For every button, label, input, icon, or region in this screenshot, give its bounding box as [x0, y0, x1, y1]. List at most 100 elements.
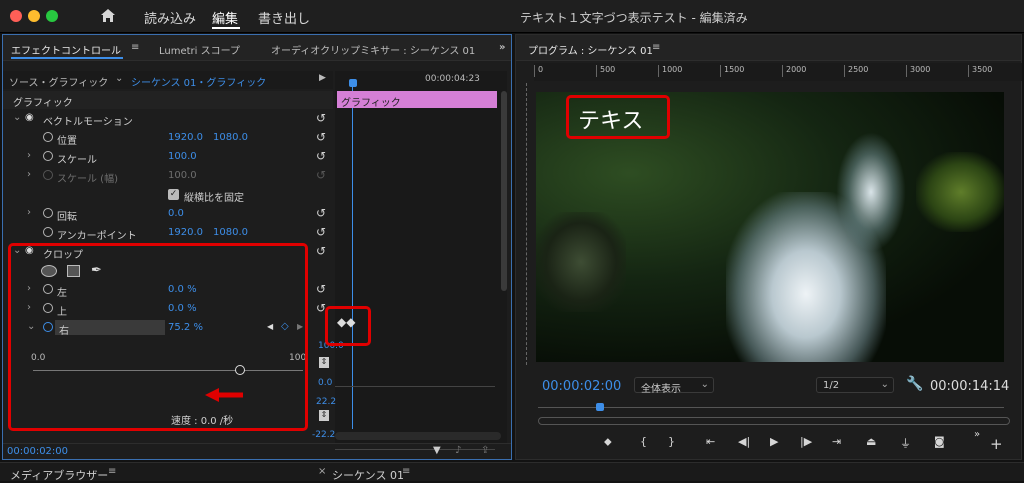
export-icon[interactable]: ⇪ [481, 445, 489, 456]
graph-toggle-icon[interactable]: ⇕ [319, 357, 329, 368]
wrench-icon[interactable]: 🔧 [906, 376, 923, 392]
mark-in-icon[interactable]: { [640, 435, 647, 448]
keyframe-highlight-box [325, 306, 371, 346]
go-to-in-icon[interactable]: ⇤ [706, 435, 715, 448]
graph-line-1 [335, 386, 495, 387]
menu-edit[interactable]: 編集 [212, 8, 238, 27]
zoom-scrollbar[interactable] [538, 417, 1010, 425]
tab-effect-controls[interactable]: エフェクトコントロール [11, 42, 121, 57]
ruler-tick-label: 1000 [658, 65, 682, 77]
zoom-window-button[interactable] [46, 10, 58, 22]
reset-icon[interactable]: ↺ [316, 130, 326, 144]
reset-icon[interactable]: ↺ [316, 282, 326, 296]
program-title[interactable]: プログラム : シーケンス 01 [528, 42, 653, 57]
chevron-right-icon[interactable]: › [27, 169, 31, 180]
active-tab-underline [11, 57, 123, 59]
extract-icon[interactable]: ⏚ [900, 435, 911, 451]
audio-icon[interactable]: ♪ [455, 445, 461, 456]
chevron-down-icon[interactable]: ⌄ [13, 112, 21, 123]
tab-menu-icon[interactable]: ≡ [108, 466, 116, 477]
reset-icon[interactable]: ↺ [316, 244, 326, 258]
more-controls-icon[interactable]: » [974, 429, 980, 440]
tab-lumetri[interactable]: Lumetri スコープ [159, 42, 240, 57]
source-label: ソース・グラフィック [9, 78, 109, 89]
playhead-handle[interactable] [349, 79, 357, 87]
position-label: 位置 [57, 136, 77, 147]
fit-select[interactable]: 全体表示 ⌄ [634, 377, 714, 395]
ruler-tick-label: 3500 [968, 65, 992, 77]
tab-menu-icon[interactable]: ≡ [131, 42, 139, 53]
crop-highlight-box [8, 243, 308, 431]
step-forward-icon[interactable]: |▶ [800, 435, 812, 448]
more-tabs-icon[interactable]: » [499, 42, 505, 53]
step-back-icon[interactable]: ◀| [738, 435, 750, 448]
waterfall-upper [836, 132, 906, 252]
position-x-value[interactable]: 1920.0 [168, 132, 203, 143]
vertical-scrollbar[interactable] [501, 91, 507, 291]
uniform-scale-checkbox[interactable]: ✓ [168, 189, 179, 200]
vector-motion-row[interactable]: ⌄ ◉ ベクトルモーション ↺ [9, 110, 331, 129]
stopwatch-icon[interactable] [43, 208, 53, 218]
tab-menu-icon[interactable]: ≡ [402, 466, 410, 477]
play-only-icon[interactable]: ▶ [319, 73, 326, 83]
program-playhead[interactable] [596, 403, 604, 411]
close-icon[interactable]: × [318, 466, 326, 477]
current-timecode: 00:00:02:00 [7, 446, 69, 457]
anchor-label: アンカーポイント [57, 231, 137, 242]
resolution-select[interactable]: 1/2 ⌄ [816, 377, 894, 393]
chevron-right-icon[interactable]: › [27, 207, 31, 218]
program-time-ruler[interactable] [538, 407, 1004, 408]
window-title: テキスト１文字づつ表示テスト - 編集済み [520, 11, 748, 25]
stopwatch-icon [43, 170, 53, 180]
ruler-tick-label: 2500 [844, 65, 868, 77]
eye-icon[interactable]: ◉ [25, 112, 34, 123]
effect-footer: 00:00:02:00 ▼ ♪ ⇪ [3, 443, 511, 459]
sequence-selector[interactable]: シーケンス 01・グラフィック [131, 74, 266, 89]
menu-import[interactable]: 読み込み [144, 8, 196, 27]
chevron-down-icon: ⌄ [700, 379, 709, 390]
add-button-icon[interactable]: + [990, 435, 1003, 453]
close-window-button[interactable] [10, 10, 22, 22]
reset-icon[interactable]: ↺ [316, 225, 326, 239]
program-timecode[interactable]: 00:00:02:00 [542, 379, 621, 394]
filter-icon[interactable]: ▼ [433, 445, 441, 456]
position-row: 位置 1920.0 1080.0 ↺ [9, 129, 331, 148]
marker-icon[interactable]: ⬥ [604, 435, 612, 449]
chevron-down-icon: ⌄ [880, 379, 889, 390]
stopwatch-icon[interactable] [43, 132, 53, 142]
play-icon[interactable]: ▶ [770, 435, 778, 448]
reset-icon[interactable]: ↺ [316, 206, 326, 220]
active-menu-underline [212, 27, 240, 29]
chevron-right-icon[interactable]: › [27, 150, 31, 161]
ruler-tick-label: 3000 [906, 65, 930, 77]
anchor-y-value[interactable]: 1080.0 [213, 227, 248, 238]
home-icon[interactable] [100, 8, 116, 23]
mini-timeline: 00:00:04:23 グラフィック [335, 71, 507, 450]
camera-icon[interactable]: ◙ [934, 435, 945, 448]
ruler-tick-label: 2000 [782, 65, 806, 77]
graphic-clip[interactable]: グラフィック [337, 91, 497, 109]
stopwatch-icon[interactable] [43, 227, 53, 237]
tab-menu-icon[interactable]: ≡ [652, 42, 660, 53]
menu-export[interactable]: 書き出し [258, 8, 310, 27]
minimize-window-button[interactable] [28, 10, 40, 22]
position-y-value[interactable]: 1080.0 [213, 132, 248, 143]
rotation-value[interactable]: 0.0 [168, 208, 184, 219]
graph-toggle-icon[interactable]: ⇕ [319, 410, 329, 421]
timeline-scrollbar[interactable] [335, 432, 501, 440]
scale-width-label: スケール (幅) [57, 174, 118, 185]
reset-icon[interactable]: ↺ [316, 111, 326, 125]
anchor-x-value[interactable]: 1920.0 [168, 227, 203, 238]
uniform-scale-row: ✓ 縦横比を固定 [9, 186, 331, 205]
source-row: ソース・グラフィック ⌄ シーケンス 01・グラフィック ▶ [3, 71, 333, 89]
lift-icon[interactable]: ⏏ [866, 435, 876, 448]
program-ruler: 0 500 1000 1500 2000 2500 3000 3500 [534, 63, 1022, 81]
reset-icon[interactable]: ↺ [316, 149, 326, 163]
stopwatch-icon[interactable] [43, 151, 53, 161]
chevron-down-icon[interactable]: ⌄ [115, 73, 123, 84]
go-to-out-icon[interactable]: ⇥ [832, 435, 841, 448]
mark-out-icon[interactable]: } [668, 435, 675, 448]
tab-mixer[interactable]: オーディオクリップミキサー : シーケンス 01 [271, 42, 475, 57]
scale-value[interactable]: 100.0 [168, 151, 197, 162]
playhead-line [352, 85, 353, 429]
